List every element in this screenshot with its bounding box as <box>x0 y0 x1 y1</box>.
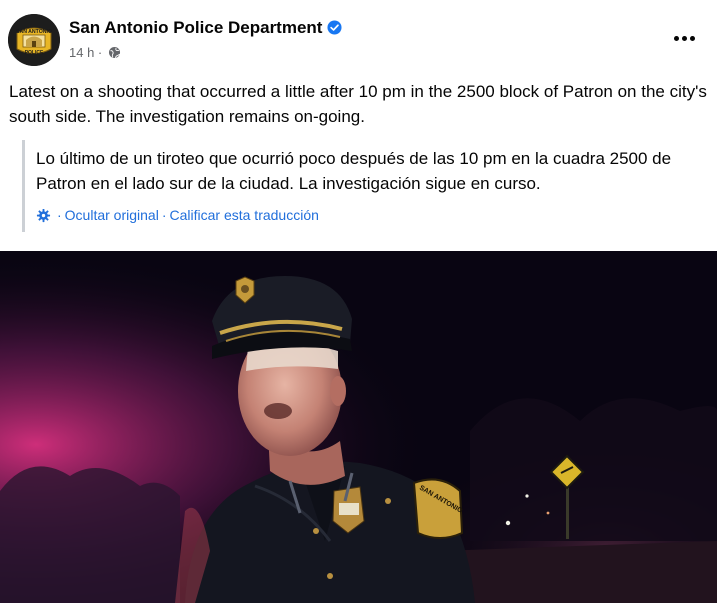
video-thumbnail[interactable]: SAN ANTONIO <box>0 251 717 603</box>
translation-links: · Ocultar original · Calificar esta traducc… <box>36 207 707 223</box>
author-name[interactable]: San Antonio Police Department <box>69 18 322 37</box>
translated-text: Lo último de un tiroteo que ocurrió poco… <box>36 149 672 193</box>
avatar-bottom-text: POLICE <box>25 50 44 56</box>
police-patch-logo: SAN ANTONIO POLICE <box>8 14 60 66</box>
facebook-post: SAN ANTONIO POLICE San Antonio Police De… <box>0 0 717 603</box>
post-caption: Latest on a shooting that occurred a lit… <box>9 82 707 126</box>
author-name-row: San Antonio Police Department <box>69 18 342 38</box>
verified-badge-icon <box>327 20 342 35</box>
gear-icon[interactable] <box>36 208 51 223</box>
page-avatar[interactable]: SAN ANTONIO POLICE <box>8 14 60 66</box>
avatar-top-text: SAN ANTONIO <box>16 29 52 35</box>
post-header: SAN ANTONIO POLICE San Antonio Police De… <box>8 10 708 68</box>
link-separator: · <box>161 207 167 223</box>
more-options-icon[interactable] <box>668 26 700 50</box>
post-timestamp[interactable]: 14 h · <box>69 45 102 60</box>
link-separator: · <box>57 207 62 223</box>
post-meta: 14 h · <box>69 45 121 60</box>
video-frame: SAN ANTONIO <box>0 251 717 603</box>
globe-icon[interactable] <box>108 46 121 59</box>
shoulder-patch: SAN ANTONIO <box>412 478 464 539</box>
hide-original-link[interactable]: Ocultar original <box>65 207 159 223</box>
rate-translation-link[interactable]: Calificar esta traducción <box>170 207 319 223</box>
translation-block: Lo último de un tiroteo que ocurrió poco… <box>22 140 707 232</box>
